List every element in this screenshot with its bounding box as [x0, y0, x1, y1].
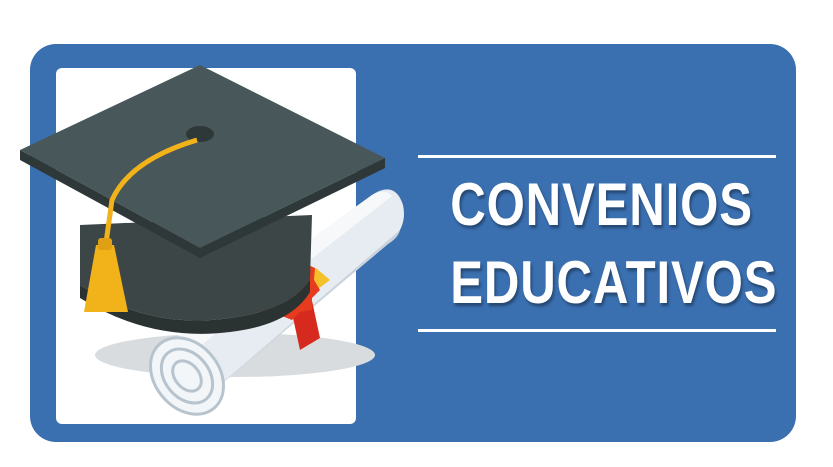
title-line-2: EDUCATIVOS [450, 249, 778, 316]
bottom-divider-line [418, 329, 776, 332]
graduation-cap-icon [20, 65, 385, 334]
title-line-1: CONVENIOS [450, 171, 753, 238]
top-divider-line [418, 155, 776, 158]
